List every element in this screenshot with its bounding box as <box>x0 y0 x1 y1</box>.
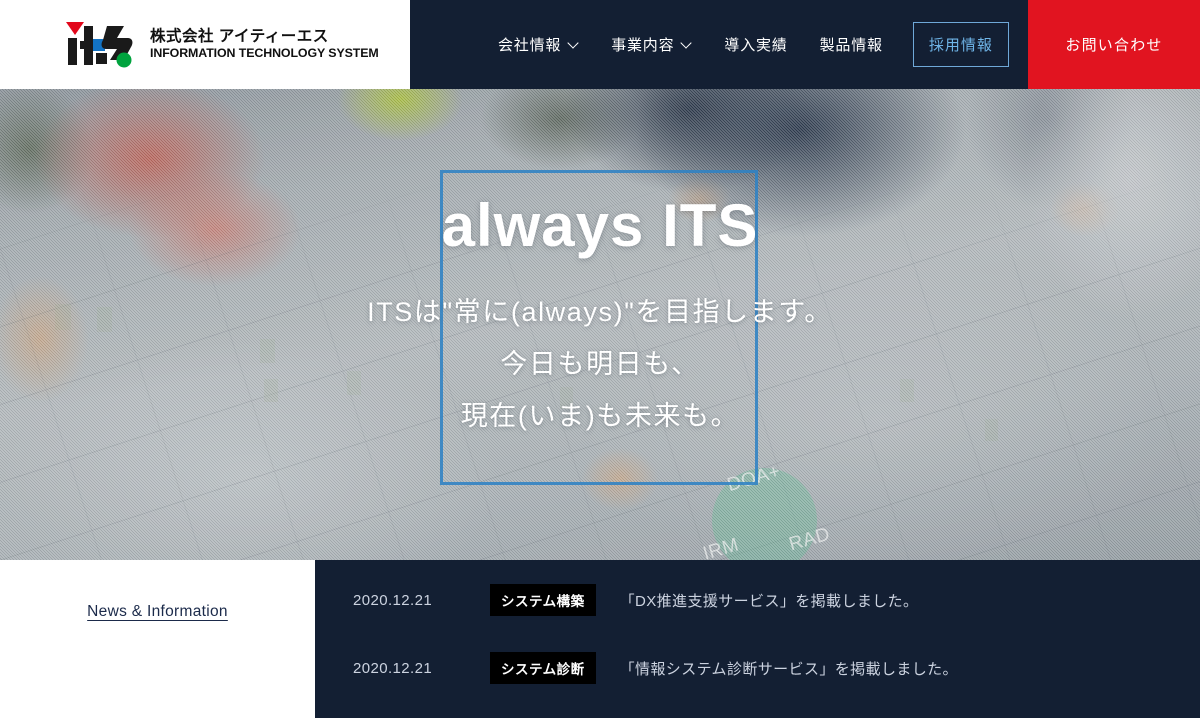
nav-item-business[interactable]: 事業内容 <box>595 34 708 55</box>
table-row[interactable]: 2020.12.21 システム診断 「情報システム診断サービス」を掲載しました。 <box>353 651 1200 685</box>
news-label-column: News & Information <box>0 560 315 718</box>
nav-label-business: 事業内容 <box>611 37 675 54</box>
nav-item-company[interactable]: 会社情報 <box>482 34 595 55</box>
nav-label-company: 会社情報 <box>498 37 562 54</box>
logo-en-name: INFORMATION TECHNOLOGY SYSTEM <box>150 46 379 61</box>
news-category-tag: システム診断 <box>490 652 596 684</box>
site-header: 株式会社 アイティーエス INFORMATION TECHNOLOGY SYST… <box>0 0 1200 89</box>
logo-jp-name: 株式会社 アイティーエス <box>150 28 329 46</box>
its-logo-icon <box>60 20 136 70</box>
news-date: 2020.12.21 <box>353 659 433 677</box>
nav-item-products[interactable]: 製品情報 <box>804 34 899 55</box>
logo-area: 株式会社 アイティーエス INFORMATION TECHNOLOGY SYST… <box>0 0 410 89</box>
nav-label-recruit: 採用情報 <box>928 37 993 54</box>
nav-label-products: 製品情報 <box>819 37 883 54</box>
logo-text-block: 株式会社 アイティーエス INFORMATION TECHNOLOGY SYST… <box>150 28 379 61</box>
hero-title: always ITS <box>441 192 759 259</box>
main-navigation: 会社情報 事業内容 導入実績 製品情報 採用情報 <box>410 0 1028 89</box>
hero-subtitle-line-2: 今日も明日も、 <box>500 348 700 379</box>
news-and-information-link[interactable]: News & Information <box>87 603 228 718</box>
news-headline: 「情報システム診断サービス」を掲載しました。 <box>619 660 958 678</box>
hero-subtitle-line-1: ITSは"常に(always)"を目指します。 <box>367 296 833 327</box>
news-date: 2020.12.21 <box>353 591 433 609</box>
contact-button[interactable]: お問い合わせ <box>1028 0 1200 89</box>
nav-item-recruit[interactable]: 採用情報 <box>912 22 1009 67</box>
logo-home-link[interactable]: 株式会社 アイティーエス INFORMATION TECHNOLOGY SYST… <box>60 20 379 70</box>
news-section: News & Information 2020.12.21 システム構築 「DX… <box>0 560 1200 718</box>
hero-copy-block: always ITS ITSは"常に(always)"を目指します。 今日も明日… <box>0 89 1200 560</box>
page-root: 株式会社 アイティーエス INFORMATION TECHNOLOGY SYST… <box>0 0 1200 718</box>
chevron-down-icon <box>568 38 579 49</box>
news-list-panel: 2020.12.21 システム構築 「DX推進支援サービス」を掲載しました。 2… <box>315 560 1200 718</box>
news-category-tag: システム構築 <box>490 584 596 616</box>
news-headline: 「DX推進支援サービス」を掲載しました。 <box>619 592 919 610</box>
nav-label-results: 導入実績 <box>724 37 788 54</box>
table-row[interactable]: 2020.12.21 システム構築 「DX推進支援サービス」を掲載しました。 <box>353 583 1200 617</box>
contact-button-label: お問い合わせ <box>1065 37 1163 54</box>
chevron-down-icon <box>681 38 692 49</box>
hero-section: DOA+ IRM RAD always ITS ITSは"常に(always)"… <box>0 89 1200 560</box>
nav-item-results[interactable]: 導入実績 <box>708 34 803 55</box>
hero-subtitle-line-3: 現在(いま)も未来も。 <box>460 400 740 431</box>
